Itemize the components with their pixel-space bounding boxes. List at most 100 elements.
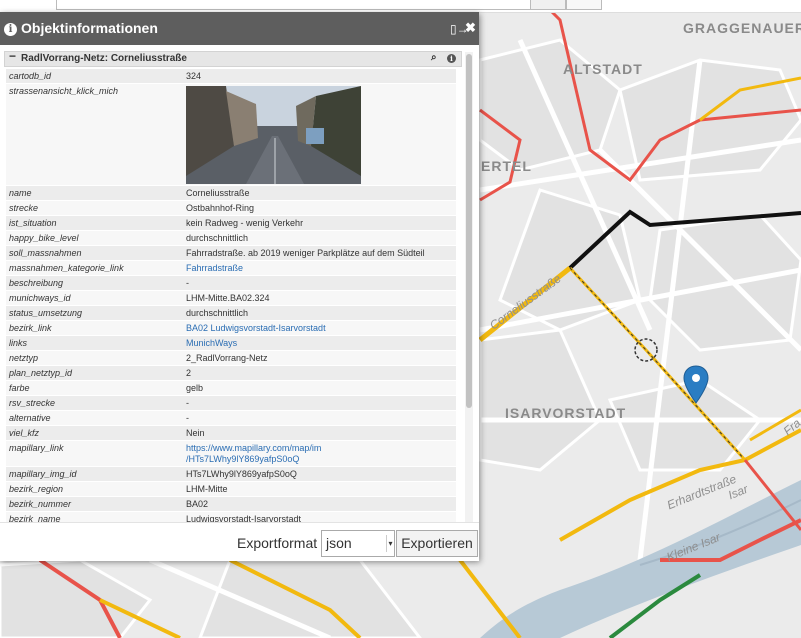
attribute-value: Fahrradstraße. ab 2019 weniger Parkplätz… [183,245,456,261]
scrollbar[interactable] [465,52,473,530]
attribute-row: ist_situation kein Radweg - wenig Verkehr [6,215,456,231]
search-button[interactable] [530,0,566,10]
attribute-value: https://www.mapillary.com/map/im/HTs7LWh… [183,440,456,467]
attribute-value: Fahrradstraße [183,260,456,276]
attribute-value: BA02 Ludwigsvorstadt-Isarvorstadt [183,320,456,336]
attribute-key: strassenansicht_klick_mich [6,83,183,186]
options-button[interactable] [566,0,602,10]
attribute-key: status_umsetzung [6,305,183,321]
panel-header[interactable]: i Objektinformationen ▯→ ✖ [0,12,479,45]
district-label: ISARVORSTADT [505,405,627,421]
attribute-row: beschreibung - [6,275,456,291]
attribute-row: cartodb_id 324 [6,69,456,84]
attribute-key: massnahmen_kategorie_link [6,260,183,276]
attribute-value: - [183,410,456,426]
attribute-value: Corneliusstraße [183,185,456,201]
attribute-row: happy_bike_level durchschnittlich [6,230,456,246]
attribute-value: Nein [183,425,456,441]
attribute-key: cartodb_id [6,69,183,84]
street-view-image[interactable] [186,86,361,184]
attribute-row: plan_netztyp_id 2 [6,365,456,381]
info-icon: i [4,23,17,36]
attribute-key: bezirk_link [6,320,183,336]
attribute-row: munichways_id LHM-Mitte.BA02.324 [6,290,456,306]
attribute-value: Ludwigsvorstadt-Isarvorstadt [183,511,456,522]
attribute-key: bezirk_name [6,511,183,522]
attribute-value: - [183,275,456,291]
attribute-key: plan_netztyp_id [6,365,183,381]
attribute-key: bezirk_region [6,481,183,497]
export-format-select[interactable]: json ▾ [321,530,395,557]
export-format-label: Exportformat [237,535,318,551]
attribute-key: happy_bike_level [6,230,183,246]
attribute-value: 324 [183,69,456,84]
attribute-row: bezirk_region LHM-Mitte [6,481,456,497]
attribute-row: strassenansicht_klick_mich [6,83,456,186]
attribute-row: status_umsetzung durchschnittlich [6,305,456,321]
attribute-key: ist_situation [6,215,183,231]
attribute-key: viel_kfz [6,425,183,441]
attribute-row: netztyp 2_RadlVorrang-Netz [6,350,456,366]
district-label: ERTEL [481,158,532,174]
panel-title: Objektinformationen [21,20,158,36]
attribute-value: durchschnittlich [183,230,456,246]
export-format-value: json [326,535,352,551]
close-icon[interactable]: ✖ [465,20,476,36]
attribute-key: rsv_strecke [6,395,183,411]
attribute-key: bezirk_nummer [6,496,183,512]
attribute-key: strecke [6,200,183,216]
attribute-value: MunichWays [183,335,456,351]
attribute-key: soll_massnahmen [6,245,183,261]
attribute-link[interactable]: BA02 Ludwigsvorstadt-Isarvorstadt [186,323,326,333]
attribute-key: name [6,185,183,201]
attribute-value: LHM-Mitte [183,481,456,497]
attribute-key: munichways_id [6,290,183,306]
attribute-value: kein Radweg - wenig Verkehr [183,215,456,231]
district-label: ALTSTADT [563,61,643,77]
attribute-link[interactable]: https://www.mapillary.com/map/im [186,443,321,453]
search-input[interactable] [56,0,533,10]
attribute-link[interactable]: Fahrradstraße [186,263,243,273]
attribute-row: strecke Ostbahnhof-Ring [6,200,456,216]
attribute-value [183,83,456,186]
attribute-row: farbe gelb [6,380,456,396]
attribute-value: HTs7LWhy9lY869yafpS0oQ [183,466,456,482]
attribute-row: viel_kfz Nein [6,425,456,441]
attribute-value: gelb [183,380,456,396]
feature-group-header[interactable]: − RadlVorrang-Netz: Corneliusstraße ⌕ i [4,49,462,67]
attribute-value: LHM-Mitte.BA02.324 [183,290,456,306]
attribute-value: - [183,395,456,411]
panel-footer: Exportformat json ▾ Exportieren [0,522,479,561]
attribute-row: bezirk_link BA02 Ludwigsvorstadt-Isarvors… [6,320,456,336]
object-info-panel: i Objektinformationen ▯→ ✖ − RadlVorrang… [0,12,479,561]
attribute-row: rsv_strecke - [6,395,456,411]
attribute-value: durchschnittlich [183,305,456,321]
attribute-link[interactable]: /HTs7LWhy9lY869yafpS0oQ [186,454,299,464]
attribute-row: name Corneliusstraße [6,185,456,201]
attribute-row: mapillary_link https://www.mapillary.com/… [6,440,456,467]
attribute-key: mapillary_link [6,440,183,467]
attribute-value: 2 [183,365,456,381]
panel-content: − RadlVorrang-Netz: Corneliusstraße ⌕ i … [0,45,479,522]
map-pin-icon[interactable] [683,365,709,405]
attribute-row: bezirk_name Ludwigsvorstadt-Isarvorstadt [6,511,456,522]
attribute-value: 2_RadlVorrang-Netz [183,350,456,366]
attribute-row: massnahmen_kategorie_link Fahrradstraße [6,260,456,276]
attribute-row: soll_massnahmen Fahrradstraße. ab 2019 we… [6,245,456,261]
attribute-link[interactable]: MunichWays [186,338,237,348]
attribute-key: farbe [6,380,183,396]
zoom-icon[interactable]: ⌕ [431,52,437,63]
attribute-row: alternative - [6,410,456,426]
attribute-value: Ostbahnhof-Ring [183,200,456,216]
attribute-row: bezirk_nummer BA02 [6,496,456,512]
info-icon[interactable]: i [447,54,456,63]
attribute-row: mapillary_img_id HTs7LWhy9lY869yafpS0oQ [6,466,456,482]
feature-group-title: RadlVorrang-Netz: Corneliusstraße [21,53,187,64]
scrollbar-thumb[interactable] [466,54,472,408]
attribute-key: netztyp [6,350,183,366]
export-button[interactable]: Exportieren [396,530,478,557]
chevron-down-icon: ▾ [386,535,394,552]
minus-icon[interactable]: − [9,49,16,63]
attribute-row: links MunichWays [6,335,456,351]
attribute-table: cartodb_id 324 strassenansicht_klick_mich n… [6,69,456,522]
